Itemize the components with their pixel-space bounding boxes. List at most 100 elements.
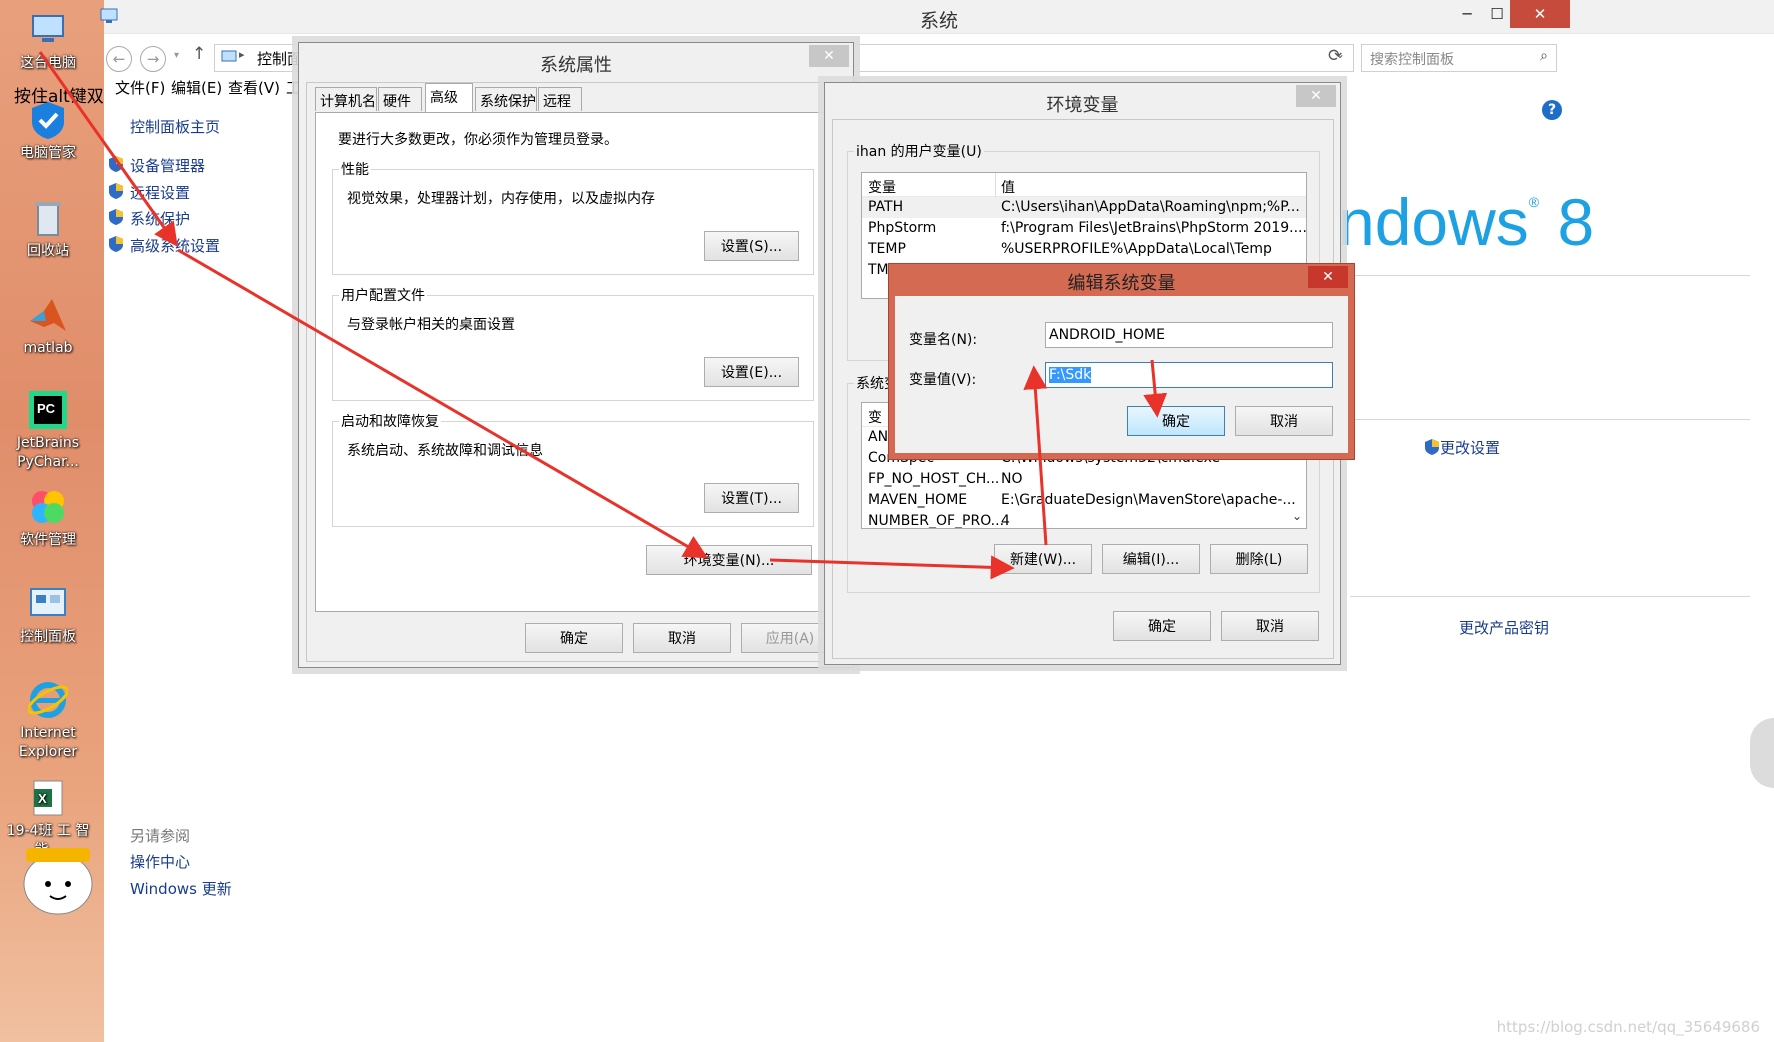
group-description: 系统启动、系统故障和调试信息 [347,443,543,459]
variable-name: NUMBER_OF_PRO... [868,513,1005,529]
nav-link-remote-settings[interactable]: 远程设置 [109,182,191,203]
dialog-close-button[interactable]: ✕ [1296,85,1336,107]
control-panel-icon [26,582,70,626]
startup-settings-button[interactable]: 设置(T)... [704,483,799,513]
minimize-icon: ─ [1462,5,1472,23]
admin-note: 要进行大多数更改，你必须作为管理员登录。 [338,132,618,148]
tab-hardware[interactable]: 硬件 [378,87,422,111]
desktop-icon-control-panel[interactable]: 控制面板 [4,582,92,647]
refresh-button[interactable]: ⟳ [1328,46,1342,66]
desktop-icon-pycharm[interactable]: PC JetBrains PyChar... [4,388,92,472]
tab-advanced[interactable]: 高级 [425,83,473,112]
list-row[interactable]: TEMP %USERPROFILE%\AppData\Local\Temp [862,239,1306,260]
nav-link-label: 远程设置 [130,184,191,202]
recycle-bin-icon [26,196,70,240]
forward-button[interactable]: → [140,46,166,72]
profiles-settings-button[interactable]: 设置(E)... [704,357,799,387]
up-button[interactable]: ↑ [192,44,206,64]
windows-logo-word: ndows [1338,185,1529,259]
close-icon: ✕ [1310,88,1322,104]
breadcrumb[interactable]: 控制面 [257,48,302,69]
column-header-variable[interactable]: 变 [868,407,882,427]
desktop-icon-this-pc[interactable]: 这台电脑 [4,8,92,73]
svg-text:X: X [38,791,47,806]
change-product-key-link[interactable]: 更改产品密钥 [1459,617,1549,638]
desktop-icon-matlab[interactable]: matlab [4,293,92,358]
group-description: 与登录帐户相关的桌面设置 [347,317,515,333]
tab-computer-name[interactable]: 计算机名 [315,87,377,111]
tab-remote[interactable]: 远程 [538,87,582,111]
nav-link-system-protection[interactable]: 系统保护 [109,208,191,229]
desktop-icon-label: matlab [23,340,73,356]
ok-button[interactable]: 确定 [1127,406,1225,436]
desktop-icon-label: 控制面板 [20,629,76,645]
tab-system-protection[interactable]: 系统保护 [475,87,537,111]
group-description: 视觉效果，处理器计划，内存使用，以及虚拟内存 [347,191,655,207]
desktop-icon-pc-manager[interactable]: 电脑管家 [4,98,92,163]
selected-value-text: F:\Sdk [1049,367,1092,383]
divider [1350,596,1750,597]
menu-edit[interactable]: 编辑(E) [171,77,222,98]
desktop-icon-internet-explorer[interactable]: Internet Explorer [4,678,92,762]
nav-link-label: 系统保护 [130,210,191,228]
delete-variable-button[interactable]: 删除(L) [1210,544,1308,574]
list-row[interactable]: PhpStorm f:\Program Files\JetBrains\PhpS… [862,218,1306,239]
environment-variables-button[interactable]: 环境变量(N)... [646,545,812,575]
list-row[interactable]: PATH C:\Users\ihan\AppData\Roaming\npm;%… [862,197,1306,218]
variable-name: PhpStorm [868,220,937,236]
desktop-icon-label: Internet Explorer [18,725,78,760]
side-scroll-handle[interactable] [1750,718,1774,788]
help-icon[interactable]: ? [1542,100,1562,120]
edit-variable-button[interactable]: 编辑(I)... [1102,544,1200,574]
group-label: 用户配置文件 [339,285,427,305]
history-dropdown-icon[interactable]: ▾ [174,50,179,61]
new-variable-button[interactable]: 新建(W)... [994,544,1092,574]
cancel-button[interactable]: 取消 [633,623,731,653]
performance-group: 性能 视觉效果，处理器计划，内存使用，以及虚拟内存 设置(S)... [332,159,814,275]
windows-update-link[interactable]: Windows 更新 [130,878,232,899]
search-input[interactable]: 搜索控制面板 ⌕ [1361,44,1557,72]
cancel-button[interactable]: 取消 [1235,406,1333,436]
variable-name-input[interactable]: ANDROID_HOME [1045,322,1333,348]
close-icon: ✕ [823,48,835,64]
internet-explorer-icon [26,678,70,722]
breadcrumb-chevron-icon: ▸ [239,48,245,61]
dialog-body: 变量名(N): ANDROID_HOME 变量值(V): F:\Sdk 确定 取… [895,296,1348,453]
profiles-group: 用户配置文件 与登录帐户相关的桌面设置 设置(E)... [332,285,814,401]
variable-name: TM [868,262,889,278]
list-row[interactable]: MAVEN_HOME E:\GraduateDesign\MavenStore\… [862,490,1306,511]
list-row[interactable]: FP_NO_HOST_CH... NO [862,469,1306,490]
dialog-close-button[interactable]: ✕ [1308,266,1348,288]
nav-link-advanced-system-settings[interactable]: 高级系统设置 [109,235,220,256]
divider [1350,275,1750,276]
action-center-link[interactable]: 操作中心 [130,851,190,872]
arrow-right-icon: → [146,50,160,68]
dialog-close-button[interactable]: ✕ [809,45,849,67]
ok-button[interactable]: 确定 [525,623,623,653]
variable-value: %USERPROFILE%\AppData\Local\Temp [1001,241,1272,257]
list-row[interactable]: NUMBER_OF_PRO... 4 [862,511,1306,529]
list-header: 变量 值 [862,173,1306,197]
windows-logo-text: ndows® 8 [1338,184,1594,260]
variable-value-input[interactable]: F:\Sdk [1045,362,1333,388]
menu-view[interactable]: 查看(V) [228,77,280,98]
column-header-value[interactable]: 值 [1001,177,1015,197]
variable-name: AN [868,429,889,445]
excel-file-icon: X [26,776,70,820]
column-header-variable[interactable]: 变量 [868,177,896,197]
performance-settings-button[interactable]: 设置(S)... [704,231,799,261]
ok-button[interactable]: 确定 [1113,611,1211,641]
close-button[interactable]: ✕ [1510,0,1570,28]
variable-value: NO [1001,471,1023,487]
change-settings-link[interactable]: 更改设置 [1424,437,1500,460]
back-button[interactable]: ← [106,46,132,72]
desktop-icon-recycle-bin[interactable]: 回收站 [4,196,92,261]
scroll-down-icon[interactable]: ⌄ [1292,509,1302,523]
desktop-icon-software-manager[interactable]: 软件管理 [4,485,92,550]
cancel-button[interactable]: 取消 [1221,611,1319,641]
desktop-icon-label: 这台电脑 [20,55,76,71]
control-panel-home-link[interactable]: 控制面板主页 [130,116,220,137]
menu-file[interactable]: 文件(F) [115,77,165,98]
nav-link-device-manager[interactable]: 设备管理器 [109,155,205,176]
tab-panel-advanced: 要进行大多数更改，你必须作为管理员登录。 性能 视觉效果，处理器计划，内存使用，… [315,112,827,612]
